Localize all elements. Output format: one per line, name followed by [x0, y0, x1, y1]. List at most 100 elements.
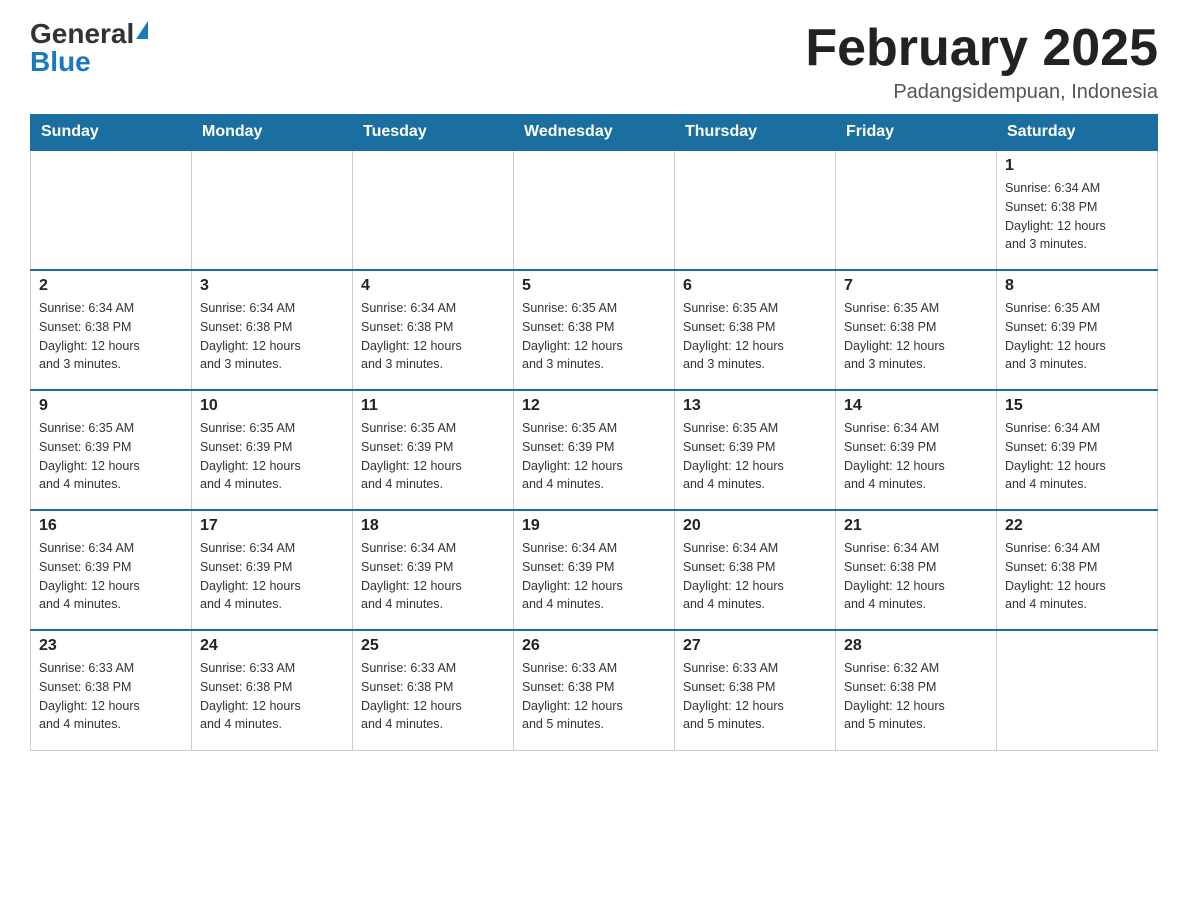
day-number: 12 — [522, 397, 666, 415]
day-info: Sunrise: 6:35 AMSunset: 6:39 PMDaylight:… — [683, 419, 827, 494]
day-info: Sunrise: 6:34 AMSunset: 6:39 PMDaylight:… — [361, 539, 505, 614]
day-number: 2 — [39, 277, 183, 295]
calendar-cell: 6 Sunrise: 6:35 AMSunset: 6:38 PMDaylight… — [675, 270, 836, 390]
day-info: Sunrise: 6:34 AMSunset: 6:39 PMDaylight:… — [39, 539, 183, 614]
day-number: 4 — [361, 277, 505, 295]
week-row-4: 16 Sunrise: 6:34 AMSunset: 6:39 PMDayligh… — [31, 510, 1158, 630]
week-row-5: 23 Sunrise: 6:33 AMSunset: 6:38 PMDayligh… — [31, 630, 1158, 750]
day-number: 26 — [522, 637, 666, 655]
calendar-cell: 13 Sunrise: 6:35 AMSunset: 6:39 PMDayligh… — [675, 390, 836, 510]
day-info: Sunrise: 6:34 AMSunset: 6:38 PMDaylight:… — [844, 539, 988, 614]
day-number: 28 — [844, 637, 988, 655]
location-text: Padangsidempuan, Indonesia — [805, 81, 1158, 104]
day-info: Sunrise: 6:35 AMSunset: 6:39 PMDaylight:… — [1005, 299, 1149, 374]
day-number: 15 — [1005, 397, 1149, 415]
calendar-cell: 2 Sunrise: 6:34 AMSunset: 6:38 PMDaylight… — [31, 270, 192, 390]
day-info: Sunrise: 6:33 AMSunset: 6:38 PMDaylight:… — [200, 659, 344, 734]
header-friday: Friday — [836, 115, 997, 151]
page-header: General Blue February 2025 Padangsidempu… — [30, 20, 1158, 104]
day-number: 10 — [200, 397, 344, 415]
header-monday: Monday — [192, 115, 353, 151]
calendar-cell: 7 Sunrise: 6:35 AMSunset: 6:38 PMDaylight… — [836, 270, 997, 390]
day-info: Sunrise: 6:34 AMSunset: 6:39 PMDaylight:… — [844, 419, 988, 494]
day-info: Sunrise: 6:35 AMSunset: 6:38 PMDaylight:… — [522, 299, 666, 374]
calendar-cell — [353, 150, 514, 270]
day-number: 25 — [361, 637, 505, 655]
calendar-cell: 3 Sunrise: 6:34 AMSunset: 6:38 PMDaylight… — [192, 270, 353, 390]
calendar-cell — [675, 150, 836, 270]
day-info: Sunrise: 6:33 AMSunset: 6:38 PMDaylight:… — [683, 659, 827, 734]
logo-blue-text: Blue — [30, 48, 91, 76]
day-info: Sunrise: 6:33 AMSunset: 6:38 PMDaylight:… — [39, 659, 183, 734]
day-info: Sunrise: 6:34 AMSunset: 6:38 PMDaylight:… — [200, 299, 344, 374]
title-block: February 2025 Padangsidempuan, Indonesia — [805, 20, 1158, 104]
day-info: Sunrise: 6:35 AMSunset: 6:39 PMDaylight:… — [361, 419, 505, 494]
logo-triangle-icon — [136, 21, 148, 39]
day-number: 24 — [200, 637, 344, 655]
calendar-cell — [192, 150, 353, 270]
day-info: Sunrise: 6:35 AMSunset: 6:39 PMDaylight:… — [200, 419, 344, 494]
calendar-cell: 10 Sunrise: 6:35 AMSunset: 6:39 PMDayligh… — [192, 390, 353, 510]
calendar-body: 1 Sunrise: 6:34 AMSunset: 6:38 PMDaylight… — [31, 150, 1158, 750]
day-info: Sunrise: 6:34 AMSunset: 6:39 PMDaylight:… — [1005, 419, 1149, 494]
day-info: Sunrise: 6:34 AMSunset: 6:38 PMDaylight:… — [1005, 539, 1149, 614]
day-info: Sunrise: 6:32 AMSunset: 6:38 PMDaylight:… — [844, 659, 988, 734]
day-number: 14 — [844, 397, 988, 415]
calendar-header: Sunday Monday Tuesday Wednesday Thursday… — [31, 115, 1158, 151]
header-thursday: Thursday — [675, 115, 836, 151]
day-number: 9 — [39, 397, 183, 415]
day-info: Sunrise: 6:35 AMSunset: 6:38 PMDaylight:… — [844, 299, 988, 374]
calendar-cell: 1 Sunrise: 6:34 AMSunset: 6:38 PMDaylight… — [997, 150, 1158, 270]
day-number: 23 — [39, 637, 183, 655]
calendar-cell: 21 Sunrise: 6:34 AMSunset: 6:38 PMDayligh… — [836, 510, 997, 630]
calendar-cell: 5 Sunrise: 6:35 AMSunset: 6:38 PMDaylight… — [514, 270, 675, 390]
calendar-cell: 23 Sunrise: 6:33 AMSunset: 6:38 PMDayligh… — [31, 630, 192, 750]
calendar-cell: 17Sunrise: 6:34 AMSunset: 6:39 PMDayligh… — [192, 510, 353, 630]
day-number: 21 — [844, 517, 988, 535]
week-row-3: 9 Sunrise: 6:35 AMSunset: 6:39 PMDaylight… — [31, 390, 1158, 510]
day-number: 1 — [1005, 157, 1149, 175]
header-saturday: Saturday — [997, 115, 1158, 151]
header-tuesday: Tuesday — [353, 115, 514, 151]
day-number: 3 — [200, 277, 344, 295]
logo: General Blue — [30, 20, 148, 76]
calendar-cell: 14 Sunrise: 6:34 AMSunset: 6:39 PMDayligh… — [836, 390, 997, 510]
calendar-cell: 19 Sunrise: 6:34 AMSunset: 6:39 PMDayligh… — [514, 510, 675, 630]
day-number: 18 — [361, 517, 505, 535]
calendar-cell — [31, 150, 192, 270]
calendar-cell: 16 Sunrise: 6:34 AMSunset: 6:39 PMDayligh… — [31, 510, 192, 630]
calendar-cell: 26 Sunrise: 6:33 AMSunset: 6:38 PMDayligh… — [514, 630, 675, 750]
calendar-cell: 15 Sunrise: 6:34 AMSunset: 6:39 PMDayligh… — [997, 390, 1158, 510]
calendar-cell: 28 Sunrise: 6:32 AMSunset: 6:38 PMDayligh… — [836, 630, 997, 750]
header-wednesday: Wednesday — [514, 115, 675, 151]
day-number: 27 — [683, 637, 827, 655]
day-number: 19 — [522, 517, 666, 535]
calendar-cell: 22 Sunrise: 6:34 AMSunset: 6:38 PMDayligh… — [997, 510, 1158, 630]
day-number: 22 — [1005, 517, 1149, 535]
calendar-table: Sunday Monday Tuesday Wednesday Thursday… — [30, 114, 1158, 751]
week-row-1: 1 Sunrise: 6:34 AMSunset: 6:38 PMDaylight… — [31, 150, 1158, 270]
day-info: Sunrise: 6:35 AMSunset: 6:38 PMDaylight:… — [683, 299, 827, 374]
day-info: Sunrise: 6:34 AMSunset: 6:39 PMDaylight:… — [522, 539, 666, 614]
calendar-cell: 11 Sunrise: 6:35 AMSunset: 6:39 PMDayligh… — [353, 390, 514, 510]
calendar-cell: 8Sunrise: 6:35 AMSunset: 6:39 PMDaylight… — [997, 270, 1158, 390]
day-info: Sunrise: 6:33 AMSunset: 6:38 PMDaylight:… — [522, 659, 666, 734]
day-info: Sunrise: 6:34 AMSunset: 6:38 PMDaylight:… — [39, 299, 183, 374]
header-sunday: Sunday — [31, 115, 192, 151]
logo-general-text: General — [30, 20, 134, 48]
day-number: 13 — [683, 397, 827, 415]
day-info: Sunrise: 6:35 AMSunset: 6:39 PMDaylight:… — [522, 419, 666, 494]
day-number: 16 — [39, 517, 183, 535]
day-number: 6 — [683, 277, 827, 295]
calendar-cell: 20Sunrise: 6:34 AMSunset: 6:38 PMDayligh… — [675, 510, 836, 630]
day-number: 11 — [361, 397, 505, 415]
day-number: 7 — [844, 277, 988, 295]
day-info: Sunrise: 6:34 AMSunset: 6:39 PMDaylight:… — [200, 539, 344, 614]
day-info: Sunrise: 6:34 AMSunset: 6:38 PMDaylight:… — [361, 299, 505, 374]
calendar-cell: 24 Sunrise: 6:33 AMSunset: 6:38 PMDayligh… — [192, 630, 353, 750]
day-number: 5 — [522, 277, 666, 295]
day-info: Sunrise: 6:34 AMSunset: 6:38 PMDaylight:… — [1005, 179, 1149, 254]
calendar-cell — [997, 630, 1158, 750]
calendar-cell: 4 Sunrise: 6:34 AMSunset: 6:38 PMDaylight… — [353, 270, 514, 390]
calendar-cell — [836, 150, 997, 270]
